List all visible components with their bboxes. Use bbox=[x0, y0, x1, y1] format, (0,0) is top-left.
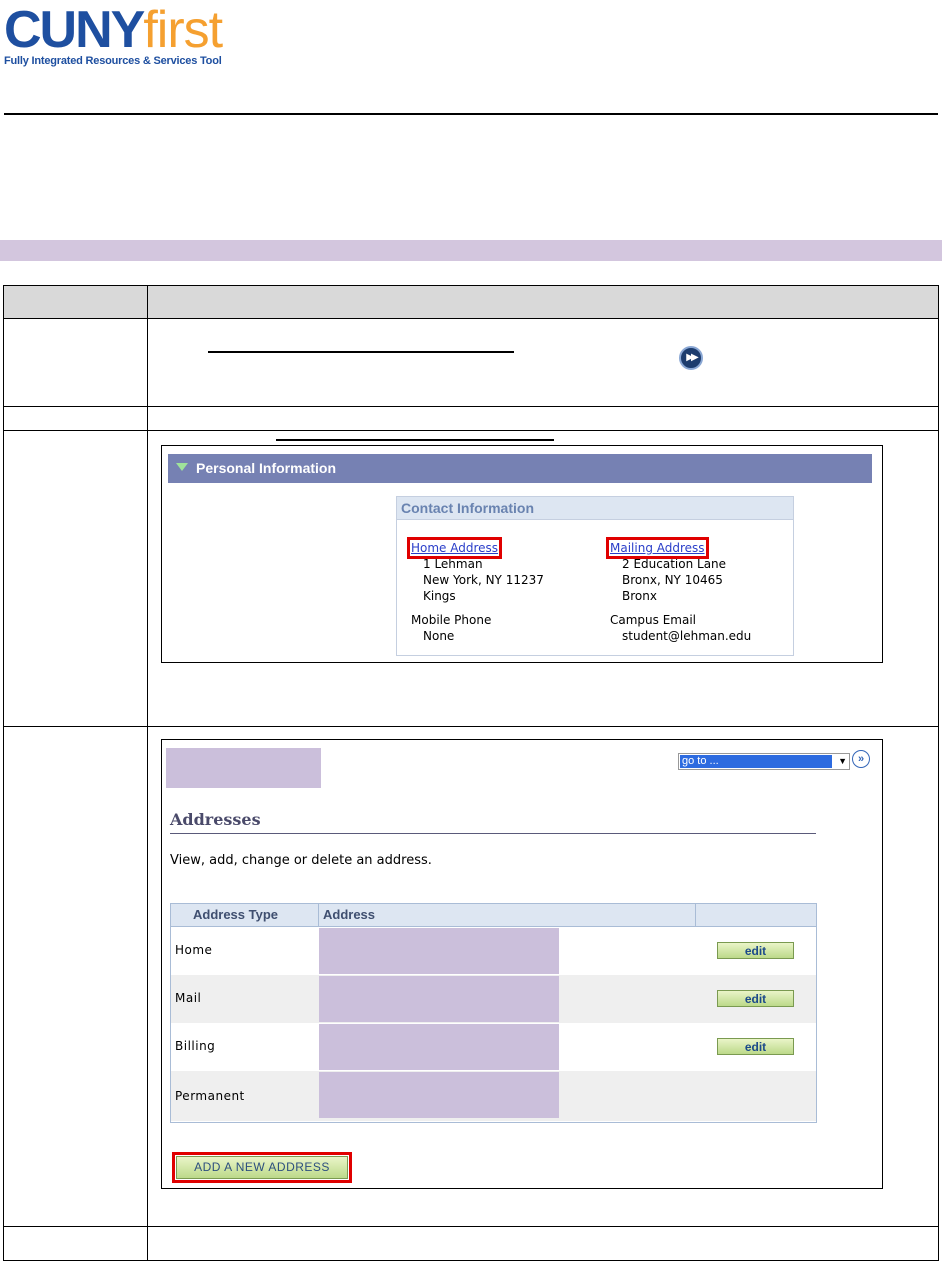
table-row: Home edit bbox=[171, 927, 816, 975]
addresses-grid: Address Type Address Home edit Mail edit… bbox=[170, 903, 817, 1123]
add-new-address-button[interactable]: ADD A NEW ADDRESS bbox=[176, 1156, 348, 1179]
campus-email-value: student@lehman.edu bbox=[622, 629, 752, 643]
edit-button[interactable]: edit bbox=[717, 1038, 794, 1055]
table-header-row bbox=[3, 285, 939, 319]
addresses-description: View, add, change or delete an address. bbox=[170, 853, 432, 868]
step-cell bbox=[3, 406, 148, 431]
chevron-down-icon: ▼ bbox=[838, 756, 847, 766]
logo-brand-accent: first bbox=[143, 1, 223, 59]
column-divider bbox=[318, 904, 319, 926]
mailing-address-link[interactable]: Mailing Address bbox=[606, 537, 709, 559]
redacted-title-block bbox=[166, 748, 321, 788]
address-type-cell: Billing bbox=[175, 1039, 216, 1053]
table-row: Mail edit bbox=[171, 975, 816, 1023]
header-action-cell bbox=[147, 285, 939, 319]
action-cell bbox=[147, 1226, 939, 1261]
redacted-address-cell bbox=[319, 1072, 559, 1118]
goto-select[interactable]: go to ... ▼ bbox=[678, 753, 850, 770]
column-header-address: Address bbox=[323, 907, 376, 922]
address-type-cell: Permanent bbox=[175, 1089, 245, 1103]
personal-information-screenshot: Personal Information Contact Information… bbox=[161, 445, 883, 663]
mailing-address-line: 2 Education Lane bbox=[622, 557, 727, 571]
addresses-screenshot: go to ... ▼ » Addresses View, add, chang… bbox=[161, 739, 883, 1189]
action-cell bbox=[147, 318, 939, 407]
section-title: Personal Information bbox=[196, 460, 337, 476]
table-row: Permanent bbox=[171, 1071, 816, 1121]
column-header-address-type: Address Type bbox=[193, 907, 279, 922]
contact-information-box: Contact Information Home Address 1 Lehma… bbox=[396, 496, 794, 656]
edit-button[interactable]: edit bbox=[717, 942, 794, 959]
home-address-column: Home Address 1 Lehman New York, NY 11237… bbox=[406, 537, 544, 644]
goto-go-icon[interactable]: » bbox=[852, 750, 870, 768]
add-new-address-highlight: ADD A NEW ADDRESS bbox=[172, 1152, 352, 1183]
home-address-link[interactable]: Home Address bbox=[406, 537, 503, 559]
edit-button[interactable]: edit bbox=[717, 990, 794, 1007]
grid-header: Address Type Address bbox=[171, 904, 816, 927]
header-rule bbox=[4, 113, 938, 115]
mobile-phone-label: Mobile Phone bbox=[411, 613, 492, 627]
table-row bbox=[3, 318, 939, 407]
home-address-line: Kings bbox=[423, 589, 456, 603]
step-cell bbox=[3, 318, 148, 407]
section-band bbox=[0, 240, 942, 261]
step-cell bbox=[3, 1226, 148, 1261]
step-cell bbox=[3, 430, 148, 727]
address-type-cell: Mail bbox=[175, 991, 202, 1005]
contact-information-header: Contact Information bbox=[397, 497, 793, 520]
address-type-cell: Home bbox=[175, 943, 213, 957]
triangle-down-icon bbox=[176, 463, 188, 472]
fast-forward-icon: ▶▶ bbox=[679, 346, 703, 370]
mobile-phone-value: None bbox=[423, 629, 455, 643]
mailing-address-line: Bronx, NY 10465 bbox=[622, 573, 723, 587]
cunyfirst-logo: CUNYfirst Fully Integrated Resources & S… bbox=[4, 2, 244, 72]
goto-select-value: go to ... bbox=[680, 755, 832, 768]
redacted-address-cell bbox=[319, 928, 559, 974]
home-address-line: New York, NY 11237 bbox=[423, 573, 544, 587]
step-cell bbox=[3, 726, 148, 1227]
header-step-cell bbox=[3, 285, 148, 319]
column-divider bbox=[695, 904, 696, 926]
mailing-address-line: Bronx bbox=[622, 589, 657, 603]
addresses-title: Addresses bbox=[170, 810, 261, 829]
redacted-address-cell bbox=[319, 1024, 559, 1070]
campus-email-label: Campus Email bbox=[610, 613, 697, 627]
action-cell bbox=[147, 406, 939, 431]
personal-information-header[interactable]: Personal Information bbox=[168, 454, 872, 483]
home-address-line: 1 Lehman bbox=[423, 557, 483, 571]
link-underline bbox=[276, 428, 554, 446]
logo-brand-main: CUNY bbox=[4, 1, 145, 59]
mailing-address-column: Mailing Address 2 Education Lane Bronx, … bbox=[606, 537, 752, 644]
table-row: Billing edit bbox=[171, 1023, 816, 1071]
title-rule bbox=[170, 833, 816, 834]
redacted-address-cell bbox=[319, 976, 559, 1022]
table-row bbox=[3, 406, 939, 431]
logo-wordmark: CUNYfirst bbox=[4, 2, 244, 58]
logo-tagline: Fully Integrated Resources & Services To… bbox=[4, 55, 222, 67]
table-row bbox=[3, 1226, 939, 1261]
link-underline bbox=[208, 340, 514, 358]
